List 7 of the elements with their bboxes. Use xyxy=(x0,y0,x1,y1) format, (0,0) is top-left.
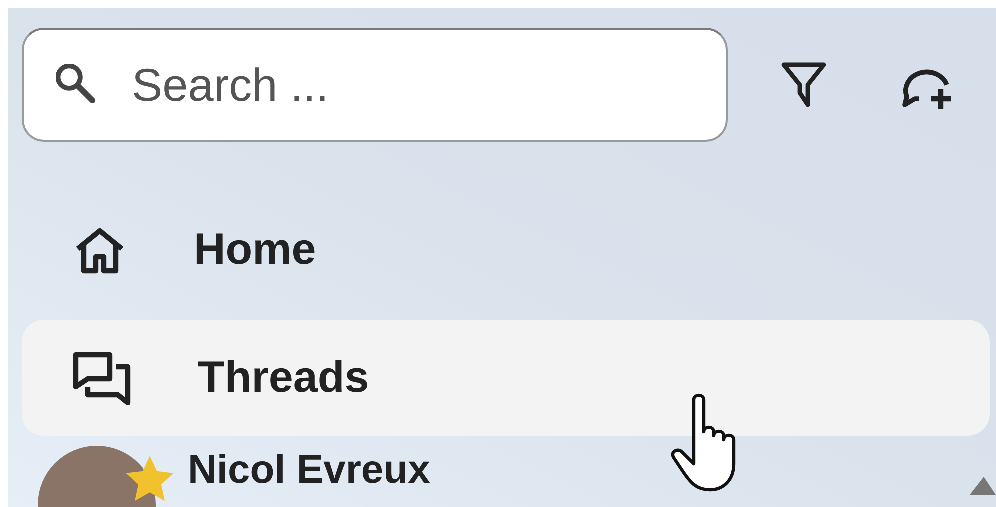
contact-name[interactable]: Nicol Evreux xyxy=(188,446,430,494)
threads-icon xyxy=(72,351,132,405)
search-icon xyxy=(56,64,96,104)
search-field[interactable]: Search ... xyxy=(22,28,728,142)
nav-item[interactable]: Home xyxy=(22,192,990,308)
nav-item[interactable]: Threads xyxy=(22,320,990,436)
scroll-up-arrow-icon[interactable] xyxy=(968,475,996,497)
